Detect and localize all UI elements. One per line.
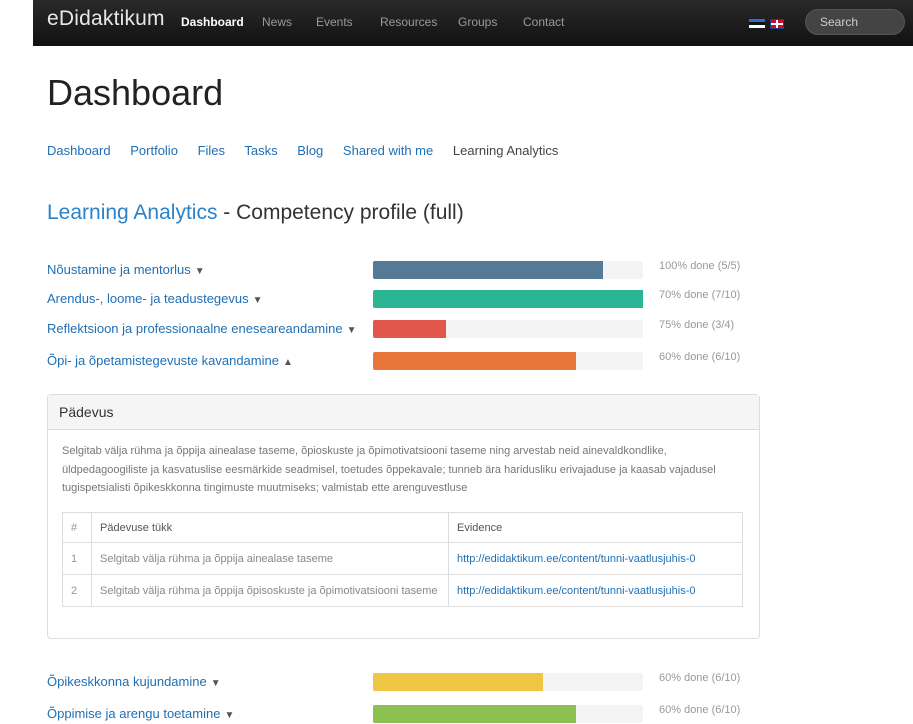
search-input[interactable] [806,10,904,34]
progress-status: 60% done (6/10) [659,672,741,684]
sub-navigation: Dashboard Portfolio Files Tasks Blog Sha… [47,143,574,158]
uk-flag-icon[interactable] [770,19,784,29]
subnav-tasks[interactable]: Tasks [244,143,277,158]
top-navbar: eDidaktikum Dashboard News Events Resour… [33,0,913,46]
panel-body: Selgitab välja rühma ja õppija ainealase… [48,430,759,510]
estonian-flag-icon[interactable] [749,19,765,28]
chevron-down-icon: ▼ [194,266,205,277]
competency-toggle[interactable]: Arendus-, loome- ja teadustegevus ▼ [47,291,263,306]
row-evidence: http://edidaktikum.ee/content/tunni-vaat… [448,574,743,607]
competency-toggle[interactable]: Nõustamine ja mentorlus ▼ [47,262,205,277]
progress-track [373,261,643,279]
row-evidence: http://edidaktikum.ee/content/tunni-vaat… [448,542,743,575]
section-title: Learning Analytics - Competency profile … [47,201,464,225]
table-row: 2 Selgitab välja rühma ja õppija õpisosk… [62,574,743,607]
evidence-link[interactable]: http://edidaktikum.ee/content/tunni-vaat… [457,553,695,565]
row-item: Selgitab välja rühma ja õppija ainealase… [91,542,449,575]
column-header-number: # [62,512,92,543]
nav-news[interactable]: News [262,15,292,29]
chevron-up-icon: ▲ [282,357,293,368]
progress-track [373,290,643,308]
section-title-rest: - Competency profile (full) [217,201,464,224]
table-row: 1 Selgitab välja rühma ja õppija aineala… [62,542,743,575]
row-number: 1 [62,542,92,575]
progress-track [373,352,643,370]
chevron-down-icon: ▼ [252,295,263,306]
search-box [805,9,905,35]
subnav-shared-with-me[interactable]: Shared with me [343,143,433,158]
competency-row: Õpikeskkonna kujundamine ▼ 60% done (6/10… [47,671,767,693]
progress-status: 60% done (6/10) [659,704,741,716]
progress-fill [373,673,544,691]
progress-fill [373,261,603,279]
page-title: Dashboard [47,72,224,113]
progress-fill [373,320,446,338]
evidence-table: # Pädevuse tükk Evidence 1 Selgitab välj… [62,512,743,607]
nav-contact[interactable]: Contact [523,15,564,29]
nav-groups[interactable]: Groups [458,15,497,29]
progress-track [373,320,643,338]
table-header-row: # Pädevuse tükk Evidence [62,512,743,543]
competency-toggle[interactable]: Reflektsioon ja professionaalne eneseare… [47,321,357,336]
subnav-portfolio[interactable]: Portfolio [130,143,178,158]
competency-label: Nõustamine ja mentorlus [47,262,191,277]
competency-row: Reflektsioon ja professionaalne eneseare… [47,318,767,340]
progress-status: 75% done (3/4) [659,319,735,331]
nav-resources[interactable]: Resources [380,15,437,29]
nav-events[interactable]: Events [316,15,353,29]
subnav-dashboard[interactable]: Dashboard [47,143,111,158]
competency-label: Arendus-, loome- ja teadustegevus [47,291,249,306]
competency-row: Õpi- ja õpetamistegevuste kavandamine ▲ 6… [47,350,767,372]
chevron-down-icon: ▼ [210,678,221,689]
nav-dashboard[interactable]: Dashboard [181,15,244,29]
learning-analytics-link[interactable]: Learning Analytics [47,201,217,224]
row-number: 2 [62,574,92,607]
evidence-link[interactable]: http://edidaktikum.ee/content/tunni-vaat… [457,585,695,597]
competency-label: Õppimise ja arengu toetamine [47,706,221,721]
language-switcher [749,16,789,30]
column-header-evidence: Evidence [448,512,743,543]
competency-label: Õpikeskkonna kujundamine [47,674,207,689]
panel-heading: Pädevus [48,395,759,430]
competency-toggle[interactable]: Õpikeskkonna kujundamine ▼ [47,674,221,689]
competency-toggle[interactable]: Õppimise ja arengu toetamine ▼ [47,706,234,721]
progress-status: 60% done (6/10) [659,351,741,363]
progress-fill [373,705,576,723]
chevron-down-icon: ▼ [224,710,235,721]
brand-logo[interactable]: eDidaktikum [47,7,165,31]
competency-toggle[interactable]: Õpi- ja õpetamistegevuste kavandamine ▲ [47,353,293,368]
column-header-item: Pädevuse tükk [91,512,449,543]
subnav-blog[interactable]: Blog [297,143,323,158]
progress-track [373,673,643,691]
row-item: Selgitab välja rühma ja õppija õpisoskus… [91,574,449,607]
progress-status: 100% done (5/5) [659,260,741,272]
competency-detail-panel: Pädevus Selgitab välja rühma ja õppija a… [47,394,760,639]
progress-fill [373,352,576,370]
competency-row: Arendus-, loome- ja teadustegevus ▼ 70% d… [47,288,767,310]
progress-status: 70% done (7/10) [659,289,741,301]
competency-label: Reflektsioon ja professionaalne eneseare… [47,321,343,336]
competency-description: Selgitab välja rühma ja õppija ainealase… [62,445,716,494]
chevron-down-icon: ▼ [346,325,357,336]
progress-track [373,705,643,723]
subnav-files[interactable]: Files [198,143,225,158]
progress-fill [373,290,643,308]
competency-label: Õpi- ja õpetamistegevuste kavandamine [47,353,279,368]
competency-row: Nõustamine ja mentorlus ▼ 100% done (5/5) [47,259,767,281]
subnav-learning-analytics[interactable]: Learning Analytics [453,143,559,158]
competency-row: Õppimise ja arengu toetamine ▼ 60% done (… [47,703,767,724]
